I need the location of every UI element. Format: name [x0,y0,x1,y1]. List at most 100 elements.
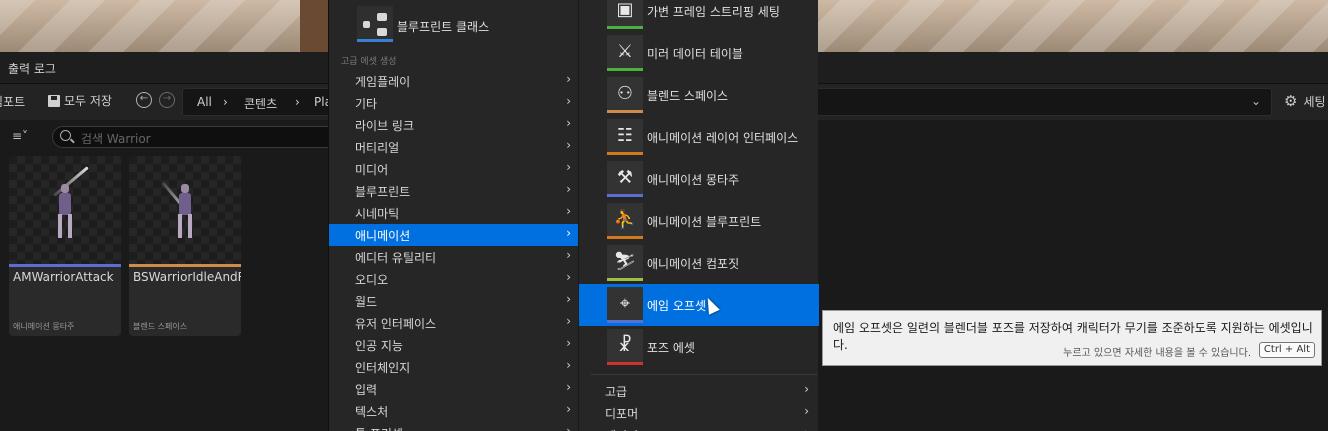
chevron-right-icon: › [566,204,571,218]
mirror-figure-icon: ⚔ [607,35,643,71]
submenu-item[interactable]: ⚔ 미러 데이터 테이블 [579,32,819,74]
submenu-item[interactable]: ▣ 가변 프레임 스트리핑 세팅 [579,0,819,32]
asset-thumbnail [9,156,121,264]
asset-type-bar [129,264,241,267]
blend-figures-icon: ⚇ [607,77,643,113]
chevron-right-icon: › [804,404,809,418]
search-input[interactable]: 검색 Warrior [52,126,352,148]
menu-item[interactable]: 입력 › [329,378,579,400]
menu-item-label: 머티리얼 [355,141,400,155]
submenu-item[interactable]: ☷ 애니메이션 레이어 인터페이스 [579,116,819,158]
chevron-right-icon: › [566,72,571,86]
submenu-item-label: 포즈 에셋 [647,341,695,355]
viewport-wall [300,0,330,52]
search-placeholder: 검색 Warrior [81,132,151,146]
submenu-item[interactable]: ⛷ 애니메이션 컴포짓 [579,242,819,284]
chevron-right-icon: › [566,402,571,416]
filter-icon[interactable]: ≡˅ [12,129,28,143]
nodes-icon: ☷ [607,119,643,155]
menu-item[interactable]: 툴 프리셋 › [329,422,579,431]
asset-name: AMWarriorAttack [13,270,114,284]
submenu-item-label: 애니메이션 레이어 인터페이스 [647,131,799,145]
breadcrumb-item[interactable]: 콘텐츠 [244,95,277,112]
save-all-label: 모두 저장 [64,94,112,108]
menu-item-label: 입력 [355,383,378,397]
blueprint-class-item[interactable]: 블루프린트 클래스 [357,6,577,46]
submenu-item-label: 에임 오프셋 [647,299,707,313]
menu-item[interactable]: 애니메이션 › [329,224,579,246]
submenu-item-label: 애니메이션 컴포짓 [647,257,740,271]
submenu-item-label: 애니메이션 블루프린트 [647,215,762,229]
menu-item[interactable]: 텍스처 › [329,400,579,422]
submenu-item[interactable]: ⚇ 블렌드 스페이스 [579,74,819,116]
menu-item[interactable]: 월드 › [329,290,579,312]
forward-arrow-icon[interactable]: → [159,92,175,108]
menu-item[interactable]: 오디오 › [329,268,579,290]
pose-figure-icon: ☧ [607,329,643,365]
output-log-title[interactable]: 출력 로그 [8,60,56,77]
menu-item-label: 시네마틱 [355,207,400,221]
chevron-right-icon: › [566,160,571,174]
chevron-right-icon: › [566,270,571,284]
chevron-right-icon: › [566,358,571,372]
submenu-category[interactable]: 고급 › [579,380,819,402]
runner-stack-icon: ⛷ [607,245,643,281]
breadcrumb-item[interactable]: All [197,95,212,109]
chevron-right-icon: › [566,380,571,394]
menu-item[interactable]: 블루프린트 › [329,180,579,202]
menu-item[interactable]: 인터체인지 › [329,356,579,378]
menu-item[interactable]: 라이브 링크 › [329,114,579,136]
submenu-category-label: 디포머 [605,407,639,421]
menu-item[interactable]: 에디터 유틸리티 › [329,246,579,268]
submenu-category[interactable]: 레거시 › [579,424,819,431]
menu-item-label: 미디어 [355,163,389,177]
asset-tile[interactable]: AMWarriorAttack 애니메이션 몽타주 [9,156,121,336]
submenu-item[interactable]: ⛹ 애니메이션 블루프린트 [579,200,819,242]
import-button[interactable]: 임포트 [0,93,25,110]
asset-thumbnail [129,156,241,264]
menu-item-label: 라이브 링크 [355,119,415,133]
chevron-right-icon: › [566,182,571,196]
save-all-button[interactable]: 모두 저장 [48,92,112,109]
chevron-right-icon: › [566,248,571,262]
menu-item[interactable]: 인공 지능 › [329,334,579,356]
menu-item[interactable]: 게임플레이 › [329,70,579,92]
animation-submenu: ▣ 가변 프레임 스트리핑 세팅 ⚔ 미러 데이터 테이블 ⚇ 블렌드 스페이스 ☷ 애니메이… [578,0,819,431]
menu-item-label: 오디오 [355,273,389,287]
search-icon [60,130,71,141]
submenu-category-label: 레거시 [605,427,638,431]
back-arrow-icon[interactable]: ← [136,92,152,108]
menu-item-label: 툴 프리셋 [355,425,403,431]
menu-item[interactable]: 기타 › [329,92,579,114]
section-header: 고급 에셋 생성 [341,57,397,67]
asset-name: BSWarriorIdleAndRun [133,270,241,284]
menu-item-label: 유저 인터페이스 [355,317,437,331]
menu-item[interactable]: 유저 인터페이스 › [329,312,579,334]
submenu-item[interactable]: ⚒ 애니메이션 몽타주 [579,158,819,200]
menu-item[interactable]: 머티리얼 › [329,136,579,158]
menu-item-label: 기타 [355,97,378,111]
chevron-right-icon: › [566,116,571,130]
menu-divider [591,374,817,375]
chevron-down-icon[interactable]: ⌄ [1251,94,1261,108]
menu-item[interactable]: 시네마틱 › [329,202,579,224]
blueprint-class-label: 블루프린트 클래스 [397,20,490,34]
tooltip-hint: 누르고 있으면 자세한 내용을 볼 수 있습니다. [1063,348,1251,359]
breadcrumb-separator-icon: › [295,95,300,109]
shortcut-key: Ctrl + Alt [1258,342,1315,358]
submenu-category[interactable]: 디포머 › [579,402,819,424]
chevron-right-icon: › [804,382,809,396]
chevron-right-icon: › [804,426,809,431]
menu-item-label: 인공 지능 [355,339,403,353]
settings-button[interactable]: ⚙ 세팅 [1284,92,1326,110]
submenu-item[interactable]: ☧ 포즈 에셋 [579,326,819,368]
submenu-item[interactable]: ⌖ 에임 오프셋 [579,284,819,326]
chevron-right-icon: › [566,424,571,431]
asset-type-bar [9,264,121,267]
submenu-category-label: 고급 [605,385,628,399]
warrior-figure-image [173,184,197,240]
gear-icon: ⚙ [1284,92,1298,110]
menu-item-label: 게임플레이 [355,75,411,89]
menu-item[interactable]: 미디어 › [329,158,579,180]
asset-tile[interactable]: BSWarriorIdleAndRun 블렌드 스페이스 [129,156,241,336]
